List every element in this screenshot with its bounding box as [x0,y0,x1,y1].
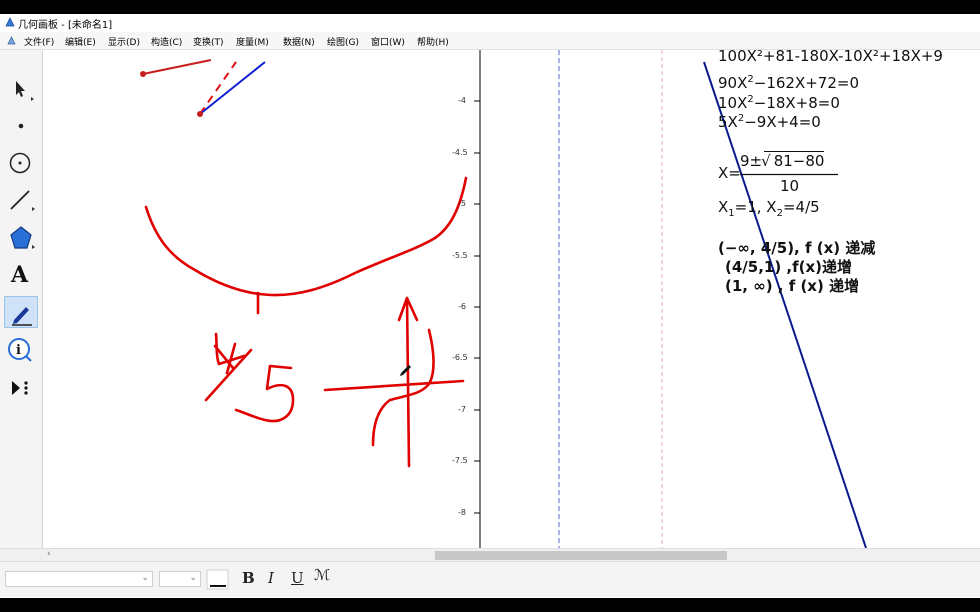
menu-file[interactable]: 文件(F) [24,35,54,48]
y-tick-label: -5 [458,199,466,208]
play-more-icon [12,381,28,395]
sketch-canvas[interactable]: -4 -4.5 -5 -5.5 -6 -6.5 -7 -7.5 -8 100X²… [43,50,980,548]
sqrt-sign: √ [761,152,771,170]
marker-tool[interactable] [4,296,38,328]
y-tick-label: -6.5 [452,353,468,362]
equation-line-0: 100X²+81-180X-10X²+18X+9 [718,50,943,65]
compass-tool[interactable] [4,147,38,179]
formula-denominator: 10 [780,177,800,195]
ink-four [213,332,246,375]
ink-slash [204,348,253,402]
app-window: 几何画板 - [未命名1] 文件(F) 编辑(E) 显示(D) 构造(C) 变换… [0,14,980,598]
y-tick-label: -8 [458,508,466,517]
menu-measure[interactable]: 度量(M) [236,35,269,48]
window-title: 几何画板 - [未命名1] [18,20,113,31]
font-size-select[interactable]: ⌄ [159,571,201,587]
menu-transform[interactable]: 变换(T) [193,35,224,48]
menu-construct[interactable]: 构造(C) [151,35,182,48]
segment-icon [10,190,35,211]
quadratic-formula-prefix: X= [718,164,741,182]
menu-help[interactable]: 帮助(H) [417,35,449,48]
y-tick-label: -7 [458,405,466,414]
equation-line-1: 90X2−162X+72=0 [718,74,859,92]
menu-edit[interactable]: 编辑(E) [65,35,96,48]
scroll-left-icon[interactable]: ‹ [47,549,51,559]
app-logo-icon [5,17,15,27]
menu-data[interactable]: 数据(N) [283,35,315,48]
point [140,71,146,77]
red-segment [142,59,212,75]
info-icon: i [8,338,32,362]
text-tool[interactable]: A [4,260,38,292]
y-tick-label: -5.5 [452,251,468,260]
arrow-select-tool[interactable] [4,74,38,106]
menu-display[interactable]: 显示(D) [108,35,140,48]
polygon-icon [10,226,35,249]
equation-line-3: 5X2−9X+4=0 [718,113,821,131]
horizontal-scrollbar[interactable]: ‹ [43,548,980,561]
point-tool[interactable] [4,110,38,142]
formula-numerator: 9±√ 81−80 [740,151,825,170]
menu-bar: 文件(F) 编辑(E) 显示(D) 构造(C) 变换(T) 度量(M) 数据(N… [0,32,980,50]
interval-increasing-1: (4/5,1) ,f(x)递增 [725,258,853,276]
ink-number-line [323,379,465,392]
text-a-icon: A [11,262,29,288]
custom-tool[interactable] [4,372,38,404]
toolbar-footer [0,548,43,561]
ink-up-arrow [397,296,419,468]
equation-line-2: 10X2−18X+8=0 [718,94,840,112]
y-tick-label: -4.5 [452,148,468,157]
arrow-icon [16,81,34,101]
title-bar: 几何画板 - [未命名1] [0,14,980,32]
y-tick-label: -7.5 [452,456,468,465]
text-format-bar: ⌄ ⌄ B I U ℳ [0,561,980,597]
y-tick-label: -4 [458,96,466,105]
font-family-select[interactable]: ⌄ [5,571,153,587]
blue-segment [199,61,266,115]
radical-radicand: √ 81−80 [761,151,825,170]
chevron-down-icon: ⌄ [189,573,197,583]
red-dashed-segment [199,61,237,115]
circle-icon [9,152,31,174]
tool-palette: A i [0,50,43,548]
italic-button[interactable]: I [268,569,274,587]
pen-cursor [400,365,411,376]
fraction-bar [740,173,838,176]
y-tick-label: -6 [458,302,466,311]
interval-increasing-2: (1, ∞) , f (x) 递增 [725,277,860,295]
sketch-drawing [140,50,867,548]
chevron-down-icon: ⌄ [141,573,149,583]
ink-five [234,364,295,423]
navy-line [703,61,867,548]
marker-pen-icon [12,307,32,326]
ink-curve [144,176,468,297]
information-tool[interactable]: i [4,334,38,366]
menu-graph[interactable]: 绘图(G) [327,35,359,48]
interval-decreasing: (−∞, 4/5), f (x) 递减 [718,239,876,257]
color-swatch-icon[interactable] [206,569,230,591]
math-symbol-button[interactable]: ℳ [314,566,330,584]
underline-button[interactable]: U [291,569,304,587]
menu-window[interactable]: 窗口(W) [371,35,405,48]
roots-line: X1=1, X2=4/5 [718,198,820,219]
straightedge-tool[interactable] [4,184,38,216]
scrollbar-thumb[interactable] [435,551,727,560]
point-icon [18,123,24,129]
svg-text:i: i [16,343,21,358]
document-icon[interactable] [7,36,16,45]
polygon-tool[interactable] [4,222,38,254]
bold-button[interactable]: B [242,569,255,587]
y-axis-ticks [474,100,480,514]
point [197,111,203,117]
